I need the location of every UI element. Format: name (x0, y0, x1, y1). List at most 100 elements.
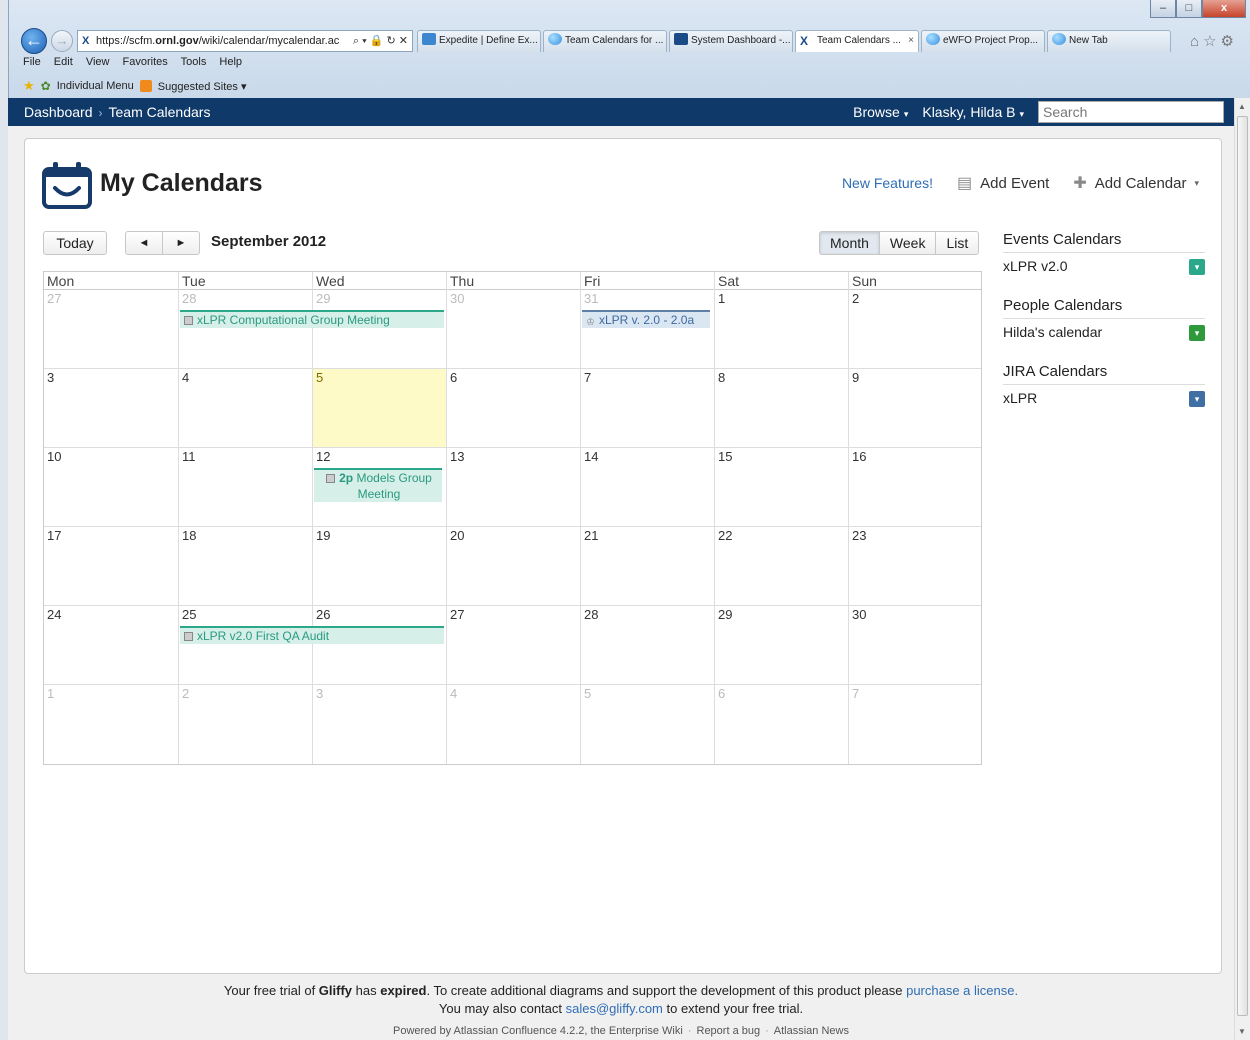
day-cell[interactable]: 20 (446, 527, 580, 605)
day-cell[interactable]: 25 (178, 606, 312, 684)
day-cell[interactable]: 7 (580, 369, 714, 447)
tab-team-calendars-active[interactable]: X Team Calendars ... × (795, 30, 919, 52)
tab-close-icon[interactable]: × (908, 31, 918, 51)
new-features-link[interactable]: New Features! (842, 175, 933, 191)
day-cell[interactable]: 29 (714, 606, 848, 684)
purchase-license-link[interactable]: purchase a license. (906, 983, 1018, 998)
day-cell[interactable]: 31 (580, 290, 714, 368)
day-cell[interactable]: 4 (446, 685, 580, 764)
menu-file[interactable]: File (23, 56, 41, 68)
breadcrumb-dashboard[interactable]: Dashboard (24, 104, 93, 120)
report-bug-link[interactable]: Report a bug (697, 1025, 761, 1037)
favorites-star-icon[interactable]: ★ (23, 78, 35, 94)
day-cell[interactable]: 21 (580, 527, 714, 605)
scroll-thumb[interactable] (1237, 116, 1248, 1016)
event-xlpr-first-qa-audit[interactable]: xLPR v2.0 First QA Audit (180, 626, 444, 644)
minimize-button[interactable]: – (1150, 0, 1176, 18)
menu-view[interactable]: View (86, 56, 110, 68)
calendar-color-dropdown-icon[interactable]: ▾ (1189, 391, 1205, 407)
day-cell[interactable]: 27 (446, 606, 580, 684)
day-cell[interactable]: 16 (848, 448, 983, 526)
day-cell[interactable]: 28 (178, 290, 312, 368)
tab-ewfo-project[interactable]: eWFO Project Prop... (921, 30, 1045, 52)
day-cell[interactable]: 26 (312, 606, 446, 684)
user-menu[interactable]: Klasky, Hilda B ▾ (922, 104, 1024, 120)
tab-expedite[interactable]: Expedite | Define Ex... (417, 30, 541, 52)
home-favorites-settings-icons[interactable]: ⌂☆⚙ (1190, 32, 1238, 50)
menu-tools[interactable]: Tools (181, 56, 207, 68)
next-month-button[interactable]: ► (162, 231, 200, 255)
list-view-button[interactable]: List (935, 231, 980, 255)
day-cell[interactable]: 11 (178, 448, 312, 526)
event-xlpr-computational-group-meeting[interactable]: xLPR Computational Group Meeting (180, 310, 444, 328)
day-cell[interactable]: 30 (848, 606, 983, 684)
tab-new-tab[interactable]: New Tab (1047, 30, 1171, 52)
day-cell[interactable]: 3 (44, 369, 178, 447)
vertical-scrollbar[interactable]: ▲ ▼ (1234, 98, 1250, 1040)
day-cell[interactable]: 18 (178, 527, 312, 605)
day-cell[interactable]: 29 (312, 290, 446, 368)
address-tools-icons[interactable]: ⌕ ▾ 🔒 ↻ ✕ (348, 31, 408, 51)
atlassian-news-link[interactable]: Atlassian News (774, 1025, 849, 1037)
day-cell[interactable]: 8 (714, 369, 848, 447)
tab-team-calendars-for[interactable]: Team Calendars for ... (543, 30, 667, 52)
day-cell[interactable]: 19 (312, 527, 446, 605)
menu-help[interactable]: Help (219, 56, 242, 68)
day-cell[interactable]: 23 (848, 527, 983, 605)
notice-text: has (352, 983, 381, 998)
day-cell[interactable]: 9 (848, 369, 983, 447)
day-cell[interactable]: 15 (714, 448, 848, 526)
previous-month-button[interactable]: ◄ (125, 231, 163, 255)
day-cell[interactable]: 22 (714, 527, 848, 605)
day-cell[interactable]: 1 (714, 290, 848, 368)
event-models-group-meeting[interactable]: 2p Models Group Meeting (314, 468, 442, 502)
day-cell[interactable]: 14 (580, 448, 714, 526)
day-cell[interactable]: 1 (44, 685, 178, 764)
browse-menu[interactable]: Browse ▾ (853, 104, 908, 120)
day-cell[interactable]: 4 (178, 369, 312, 447)
powered-by-text[interactable]: Powered by Atlassian Confluence 4.2.2, t… (393, 1025, 683, 1037)
day-cell[interactable]: 17 (44, 527, 178, 605)
day-cell[interactable]: 13 (446, 448, 580, 526)
day-cell[interactable]: 7 (848, 685, 983, 764)
day-cell[interactable]: 6 (446, 369, 580, 447)
individual-menu-link[interactable]: Individual Menu (57, 80, 134, 92)
calendar-color-dropdown-icon[interactable]: ▾ (1189, 259, 1205, 275)
back-button[interactable]: ← (21, 28, 47, 54)
search-input[interactable]: Search (1038, 101, 1224, 123)
day-cell[interactable]: 6 (714, 685, 848, 764)
event-title: xLPR v2.0 First QA Audit (197, 629, 330, 643)
scroll-up-icon[interactable]: ▲ (1238, 102, 1246, 111)
calendar-item-hildas[interactable]: Hilda's calendar ▾ (1003, 319, 1205, 345)
day-cell[interactable]: 27 (44, 290, 178, 368)
add-calendar-button[interactable]: ✚ Add Calendar ▾ (1073, 173, 1199, 193)
day-cell[interactable]: 24 (44, 606, 178, 684)
month-view-button[interactable]: Month (819, 231, 880, 255)
menu-favorites[interactable]: Favorites (123, 56, 168, 68)
calendar-item-xlpr-v2[interactable]: xLPR v2.0 ▾ (1003, 253, 1205, 279)
day-cell[interactable]: 2 (178, 685, 312, 764)
menu-edit[interactable]: Edit (54, 56, 73, 68)
day-cell[interactable]: 30 (446, 290, 580, 368)
day-cell[interactable]: 10 (44, 448, 178, 526)
day-cell-today[interactable]: 5 (312, 369, 446, 447)
day-cell[interactable]: 5 (580, 685, 714, 764)
address-bar[interactable]: Xhttps://scfm.ornl.gov/wiki/calendar/myc… (77, 30, 413, 52)
day-cell[interactable]: 3 (312, 685, 446, 764)
sales-email-link[interactable]: sales@gliffy.com (566, 1001, 663, 1016)
calendar-color-dropdown-icon[interactable]: ▾ (1189, 325, 1205, 341)
tab-system-dashboard[interactable]: System Dashboard -... (669, 30, 793, 52)
event-xlpr-version[interactable]: ♔ xLPR v. 2.0 - 2.0a (582, 310, 710, 328)
maximize-button[interactable]: □ (1176, 0, 1202, 18)
week-view-button[interactable]: Week (878, 231, 937, 255)
calendar-item-xlpr[interactable]: xLPR ▾ (1003, 385, 1205, 411)
today-button[interactable]: Today (43, 231, 107, 255)
suggested-sites-link[interactable]: Suggested Sites ▾ (158, 80, 247, 93)
day-cell[interactable]: 2 (848, 290, 983, 368)
forward-button[interactable]: → (51, 30, 73, 52)
add-event-button[interactable]: ▤ Add Event (957, 173, 1049, 193)
close-window-button[interactable]: x (1202, 0, 1246, 18)
breadcrumb-team-calendars[interactable]: Team Calendars (109, 104, 211, 120)
scroll-down-icon[interactable]: ▼ (1238, 1027, 1246, 1036)
day-cell[interactable]: 28 (580, 606, 714, 684)
